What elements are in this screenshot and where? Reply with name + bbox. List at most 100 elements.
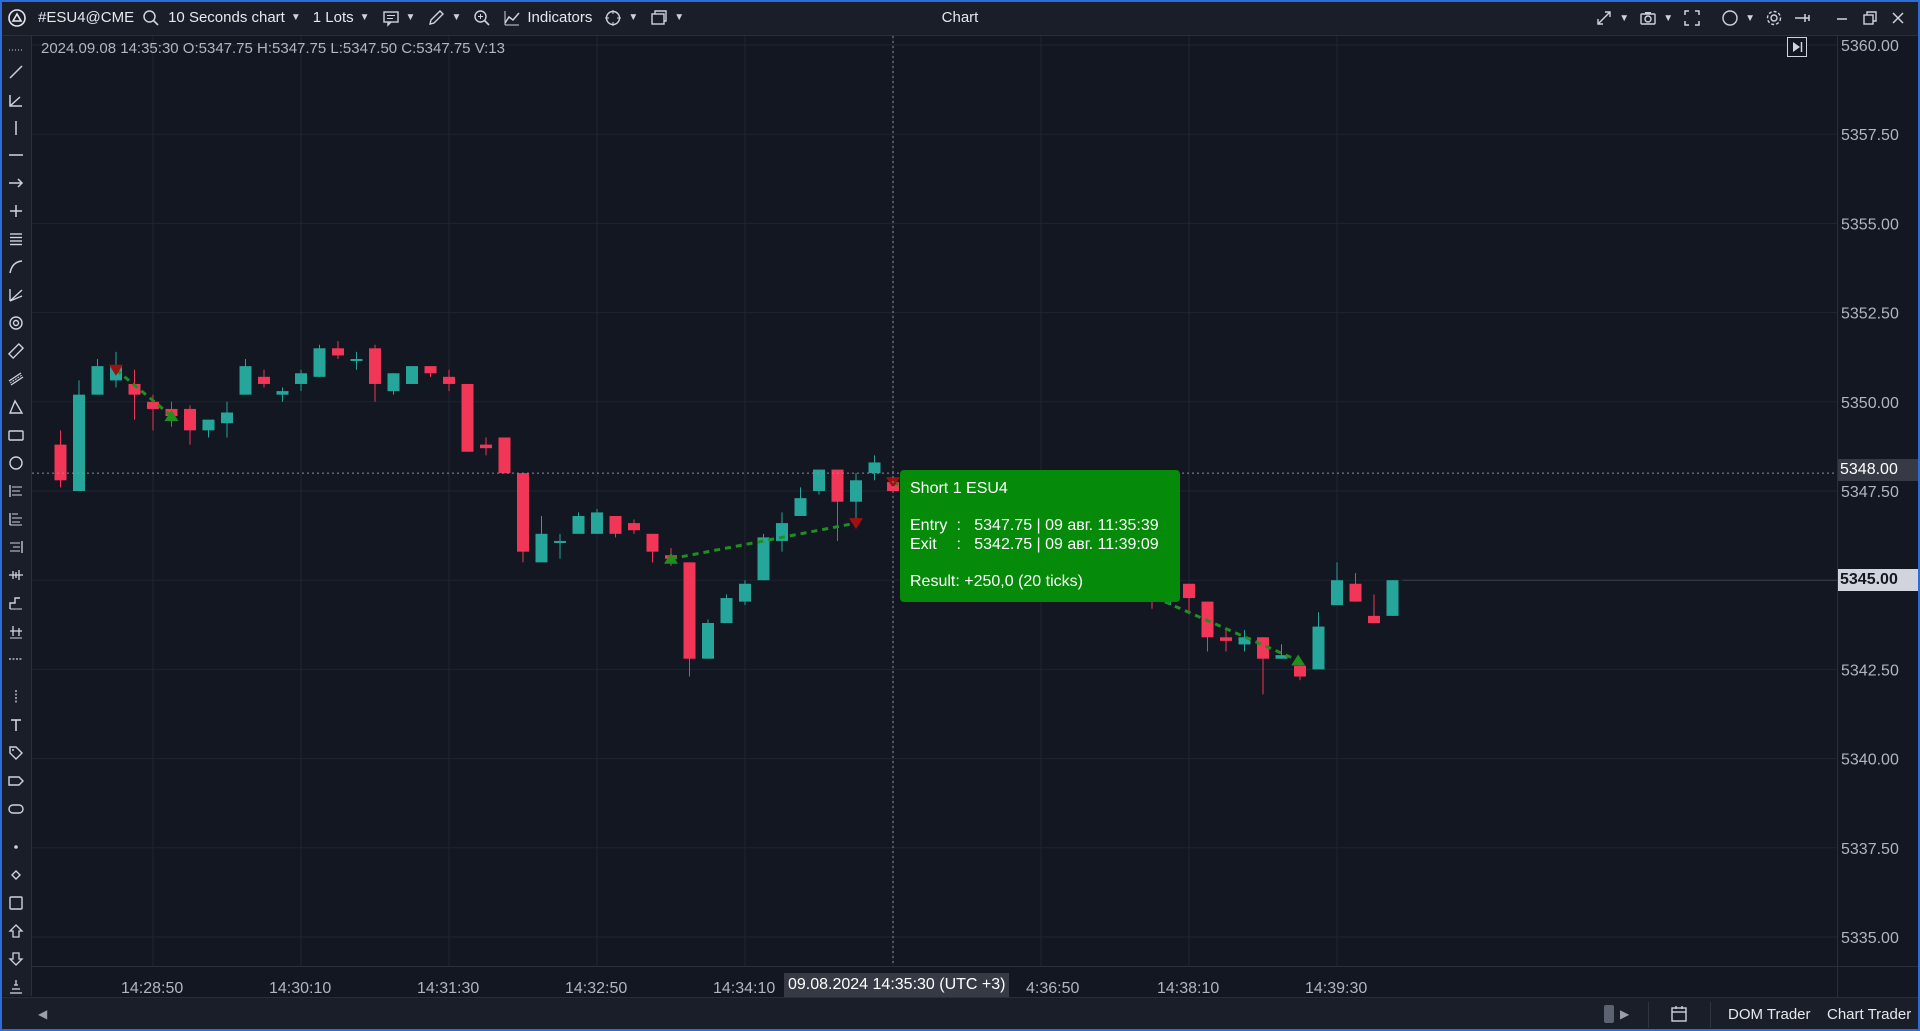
crosshair-mode-dropdown[interactable]: ▼ [598,0,644,36]
candle-body [831,469,844,502]
dom-trader-tab[interactable]: DOM Trader [1728,1006,1811,1023]
indicators-button[interactable]: Indicators [497,0,598,36]
diamond-icon[interactable] [7,866,25,884]
arrow-up-icon[interactable] [7,922,25,940]
gann-icon[interactable] [7,594,25,612]
restore-button[interactable] [1856,0,1884,36]
price-tick-label: 5335.00 [1841,930,1899,947]
callout-icon[interactable] [7,800,25,818]
date-range-icon[interactable] [7,650,25,668]
symbol-search-icon[interactable] [140,0,162,36]
horizontal-scrollbar-thumb[interactable] [1604,1005,1614,1023]
candle-body [313,348,326,377]
windows-icon [651,9,667,25]
arrow-icon[interactable] [7,174,25,192]
price-tick-label: 5350.00 [1841,395,1899,412]
candle-body [202,419,215,431]
trade-entry-row: Entry : 5347.75 | 09 авг. 11:35:39 [910,517,1159,534]
crosshair-icon [605,9,622,26]
time-tick-label: 14:30:10 [269,980,331,997]
parallel-lines-icon[interactable] [7,230,25,248]
zoom-icon [474,9,490,26]
candle-body [794,498,807,516]
fan-icon[interactable] [7,286,25,304]
candle-body [73,394,85,491]
spiral-icon[interactable] [7,314,25,332]
ruler-icon[interactable] [7,342,25,360]
square-icon[interactable] [7,894,25,912]
circle-icon[interactable] [7,454,25,472]
drawing-dropdown[interactable]: ▼ [421,0,467,36]
theme-dropdown[interactable]: ▼ [1716,0,1760,36]
vertical-line-icon[interactable] [7,119,25,137]
chevron-down-icon: ▼ [628,12,639,23]
sync-dropdown[interactable]: ▼ [1590,0,1634,36]
candle-body [369,348,381,384]
candle-body [480,444,492,449]
fib-retracement-icon[interactable] [7,482,25,500]
candle-body [517,473,529,552]
entry-label: Entry [910,517,948,534]
symbol-selector[interactable]: #ESU4@CME [32,0,140,36]
top-toolbar: #ESU4@CME 10 Seconds chart ▼ 1 Lots ▼ ▼ … [0,0,1920,36]
screenshot-dropdown[interactable]: ▼ [1634,0,1678,36]
cursor-dots-icon[interactable] [7,41,25,59]
app-logo-icon[interactable] [0,0,32,36]
scroll-right-icon[interactable]: ▶ [1620,1007,1629,1021]
indicators-label: Indicators [527,9,593,26]
chevron-down-icon: ▼ [451,12,462,23]
price-range-icon[interactable] [7,622,25,640]
chevron-down-icon: ▼ [359,12,370,23]
crosshair-icon[interactable] [7,202,25,220]
candle-body [350,358,363,361]
dot-icon[interactable] [7,838,25,856]
date-price-range-icon[interactable] [7,688,25,706]
pin-icon [1795,14,1810,22]
candle-body [406,366,418,384]
result-label: Result [910,573,956,590]
tag-icon[interactable] [7,744,25,762]
candle-body [702,623,714,659]
restore-icon [1863,11,1877,25]
horizontal-line-icon[interactable] [7,146,25,164]
zoom-in-button[interactable] [467,0,497,36]
layout-dropdown[interactable]: ▼ [644,0,690,36]
circle-icon [1722,10,1738,26]
settings-button[interactable] [1760,0,1788,36]
text-icon[interactable] [7,716,25,734]
channel-icon[interactable] [7,370,25,388]
trend-line-icon[interactable] [7,63,25,81]
exit-value: 5342.75 | 09 авг. 11:39:09 [974,536,1159,553]
trade-title: Short 1 ESU4 [910,480,1008,497]
chart-trader-tab[interactable]: Chart Trader [1827,1006,1911,1023]
triangle-icon[interactable] [7,398,25,416]
pin-button[interactable] [1788,0,1816,36]
candle-body [54,444,67,481]
lots-dropdown[interactable]: 1 Lots ▼ [307,0,376,36]
fib-extension-icon[interactable] [7,510,25,528]
label-icon[interactable] [7,772,25,790]
minimize-button[interactable] [1828,0,1856,36]
pitchfork-icon[interactable] [7,566,25,584]
rectangle-icon[interactable] [7,426,25,444]
calendar-icon[interactable] [1670,1005,1688,1023]
fullscreen-button[interactable] [1678,0,1706,36]
scroll-to-realtime-button[interactable] [1787,37,1807,57]
close-button[interactable] [1884,0,1912,36]
candle-body [683,562,696,659]
candle-body [628,523,640,531]
candle-body [609,515,622,534]
price-tick-label: 5360.00 [1841,38,1899,55]
price-tick-label: 5347.50 [1841,484,1899,501]
fib-time-icon[interactable] [7,538,25,556]
arrow-down-icon[interactable] [7,950,25,968]
candle-body [554,540,566,543]
curve-icon[interactable] [7,258,25,276]
angle-icon[interactable] [7,91,25,109]
order-icon[interactable] [7,978,25,996]
indicators-icon [504,10,520,25]
scroll-left-icon[interactable]: ◀ [38,1007,47,1021]
candle-body [1386,580,1399,616]
chart-type-dropdown[interactable]: ▼ [376,0,422,36]
timeframe-dropdown[interactable]: 10 Seconds chart ▼ [162,0,307,36]
